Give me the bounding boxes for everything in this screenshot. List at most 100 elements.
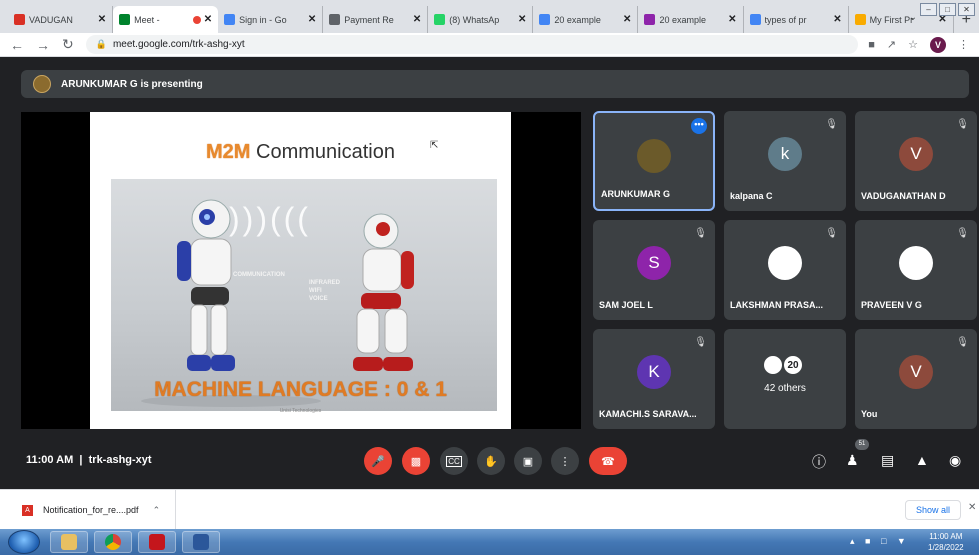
camera-off-button[interactable]: ▩ xyxy=(402,447,430,475)
browser-tab[interactable]: Sign in - Go ✕ xyxy=(218,6,324,33)
captions-button[interactable]: CC xyxy=(440,447,468,475)
tile-more-options-icon[interactable]: ••• xyxy=(691,118,707,134)
people-count-badge: 51 xyxy=(855,439,869,450)
windows-taskbar: ▴ ■ □ ▼ 11:00 AM 1/28/2022 xyxy=(0,529,979,555)
participant-tile[interactable]: S SAM JOEL L 🎙 xyxy=(593,220,715,320)
leave-call-button[interactable]: ☎ xyxy=(589,447,627,475)
captions-icon: CC xyxy=(446,455,462,467)
tab-close-icon[interactable]: ✕ xyxy=(623,14,631,25)
taskbar-clock[interactable]: 11:00 AM 1/28/2022 xyxy=(928,531,964,553)
browser-tab-strip: VADUGAN ✕ Meet - ✕ Sign in - Go ✕ Payment Re ✕(… xyxy=(0,0,979,33)
taskbar-explorer[interactable] xyxy=(50,531,88,553)
taskbar-chrome[interactable] xyxy=(94,531,132,553)
phone-hangup-icon: ☎ xyxy=(601,455,615,468)
participant-tile[interactable]: k kalpana C 🎙 xyxy=(724,111,846,211)
meeting-details-icon[interactable]: ⓘ xyxy=(812,452,826,472)
tab-title: (8) WhatsAp xyxy=(449,14,500,25)
participant-name: kalpana C xyxy=(730,191,773,201)
more-options-button[interactable]: ⋮ xyxy=(551,447,579,475)
tab-close-icon[interactable]: ✕ xyxy=(833,14,841,25)
tab-close-icon[interactable]: ✕ xyxy=(98,14,106,25)
forward-icon[interactable]: → xyxy=(36,37,50,53)
url-field[interactable]: 🔒 meet.google.com/trk-ashg-xyt xyxy=(85,35,859,54)
browser-tab[interactable]: (8) WhatsAp ✕ xyxy=(428,6,534,33)
muted-mic-icon: 🎙 xyxy=(956,228,969,239)
browser-tab[interactable]: Meet - ✕ xyxy=(113,6,219,33)
show-all-button[interactable]: Show all xyxy=(905,500,961,520)
participant-tile[interactable]: K KAMACHI.S SARAVA... 🎙 xyxy=(593,329,715,429)
tab-close-icon[interactable]: ✕ xyxy=(204,14,212,25)
bookmark-star-icon[interactable]: ☆ xyxy=(908,38,918,51)
participant-tile[interactable]: V VADUGANATHAN D 🎙 xyxy=(855,111,977,211)
chat-icon[interactable]: ▤ xyxy=(881,452,894,469)
back-icon[interactable]: ← xyxy=(10,37,24,53)
camera-indicator-icon[interactable]: ■ xyxy=(868,39,875,51)
window-close-icon[interactable]: ✕ xyxy=(958,3,975,16)
close-icon[interactable]: ✕ xyxy=(968,502,976,513)
profile-avatar[interactable]: V xyxy=(930,36,946,53)
participant-tile[interactable]: 20 42 others xyxy=(724,329,846,429)
browser-menu-icon[interactable]: ⋮ xyxy=(958,38,969,51)
more-vert-icon: ⋮ xyxy=(559,455,571,468)
participant-tile[interactable]: V You 🎙 xyxy=(855,329,977,429)
meet-control-bar: 11:00 AM | trk-ashg-xyt 🎤 ▩ CC ✋ ▣ ⋮ ☎ ⓘ… xyxy=(0,439,979,489)
chevron-up-icon[interactable]: ⌃ xyxy=(153,505,161,516)
slide-wave-words: COMMUNICATION INFRARED WIFI VOICE xyxy=(233,271,340,303)
people-icon[interactable]: ♟ xyxy=(846,452,859,469)
participant-name: SAM JOEL L xyxy=(599,300,653,310)
window-controls: – □ ✕ xyxy=(920,3,975,16)
participant-avatar: V xyxy=(899,137,933,171)
muted-mic-icon: 🎙 xyxy=(956,337,969,348)
tab-close-icon[interactable]: ✕ xyxy=(413,14,421,25)
acrobat-icon xyxy=(149,534,165,550)
muted-mic-icon: 🎙 xyxy=(956,119,969,130)
mic-off-button[interactable]: 🎤 xyxy=(364,447,392,475)
presentation-slide: M2M Communication ⇱)))(((COMMUNICATION… xyxy=(90,112,511,429)
site-icon xyxy=(644,14,656,25)
start-button[interactable] xyxy=(8,530,40,554)
browser-tab[interactable]: VADUGAN ✕ xyxy=(8,6,114,33)
downloads-bar: A Notification_for_re....pdf ⌃ Show all … xyxy=(0,489,979,530)
participant-tile[interactable]: LAKSHMAN PRASA... 🎙 xyxy=(724,220,846,320)
tab-title: 20 example xyxy=(659,14,706,25)
participant-tile[interactable]: ARUNKUMAR G ••• xyxy=(593,111,715,211)
share-icon[interactable]: ↗ xyxy=(887,38,896,51)
browser-tab[interactable]: 20 example ✕ xyxy=(638,6,744,33)
signal-waves-icon: )))((( xyxy=(229,201,311,237)
present-button[interactable]: ▣ xyxy=(514,447,542,475)
tab-search-chevron-icon[interactable]: ⌄ xyxy=(909,12,917,23)
taskbar-word[interactable] xyxy=(182,531,220,553)
slide-robots-image: )))((( COMMUNICATION INFRARED WIFI VOICE xyxy=(111,179,497,411)
meeting-time-and-code: 11:00 AM | trk-ashg-xyt xyxy=(26,454,152,466)
recording-dot-icon xyxy=(192,15,201,24)
muted-mic-icon: 🎙 xyxy=(694,337,707,348)
camera-off-icon: ▩ xyxy=(410,455,422,468)
browser-tab[interactable]: Payment Re ✕ xyxy=(323,6,429,33)
whatsapp-icon xyxy=(434,14,446,25)
reload-icon[interactable]: ↻ xyxy=(62,36,74,53)
participant-tile[interactable]: PRAVEEN V G 🎙 xyxy=(855,220,977,320)
presenter-avatar xyxy=(33,75,51,93)
slide-title: M2M Communication xyxy=(90,141,511,164)
participant-avatar: k xyxy=(768,137,802,171)
tab-close-icon[interactable]: ✕ xyxy=(308,14,316,25)
host-controls-icon[interactable]: ◉ xyxy=(949,452,961,469)
slide-word: VOICE xyxy=(309,296,328,302)
browser-tab[interactable]: types of pr ✕ xyxy=(744,6,849,33)
presentation-stage[interactable]: M2M Communication ⇱)))(((COMMUNICATION… xyxy=(21,112,581,429)
minimize-icon[interactable]: – xyxy=(920,3,937,16)
tab-title: Payment Re xyxy=(344,14,394,25)
meeting-time: 11:00 AM xyxy=(26,454,74,466)
system-tray-icons[interactable]: ▴ ■ □ ▼ xyxy=(850,536,910,547)
tab-close-icon[interactable]: ✕ xyxy=(518,14,526,25)
download-item[interactable]: A Notification_for_re....pdf ⌃ xyxy=(0,490,176,530)
activities-icon[interactable]: ▲ xyxy=(915,452,929,468)
maximize-icon[interactable]: □ xyxy=(939,3,956,16)
gmail-icon xyxy=(14,14,25,25)
tab-close-icon[interactable]: ✕ xyxy=(728,14,736,25)
raise-hand-button[interactable]: ✋ xyxy=(477,447,505,475)
slide-title-rest: Communication xyxy=(250,141,395,163)
taskbar-acrobat[interactable] xyxy=(138,531,176,553)
hand-icon: ✋ xyxy=(484,455,498,468)
browser-tab[interactable]: 20 example ✕ xyxy=(533,6,639,33)
